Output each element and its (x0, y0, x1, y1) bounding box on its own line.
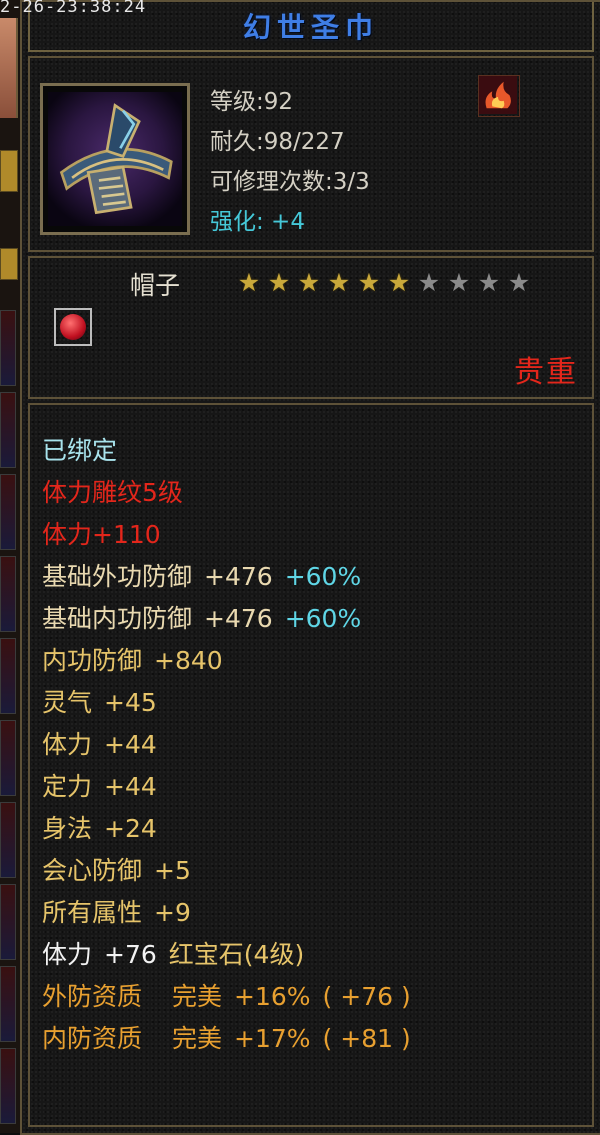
item-repair-count: 可修理次数:3/3 (210, 169, 370, 195)
lingqi-line: 灵气 +45 (42, 683, 169, 719)
engrave-bonus-line: 体力+110 (42, 520, 161, 549)
timestamp: 2-26-23:38:24 (0, 0, 147, 17)
item-name: 幻世圣巾 (242, 11, 379, 44)
quality-pct: +16% (234, 982, 311, 1011)
star-filled-icon: ★ (297, 268, 321, 297)
attr-label: 外防资质 (42, 982, 143, 1011)
shenfa-line: 身法 +24 (42, 809, 169, 845)
flame-badge-icon (478, 75, 520, 117)
side-slot (0, 556, 16, 632)
star-empty-icon: ★ (417, 268, 441, 297)
quality-grade: 完美 (172, 1024, 223, 1053)
item-type-box: 帽子 ★ ★ ★ ★ ★ ★ ★ ★ ★ ★ 贵重 (28, 256, 594, 399)
quality-bonus: ( +81 ) (322, 1024, 411, 1053)
star-empty-icon: ★ (447, 268, 471, 297)
crit-def-line: 会心防御 +5 (42, 851, 203, 887)
dingli-line: 定力 +44 (42, 767, 169, 803)
attr-value: +840 (154, 646, 223, 675)
side-slot (0, 966, 16, 1042)
attr-label: 基础内功防御 (42, 604, 193, 633)
attr-value: +24 (104, 814, 157, 843)
attr-label: 会心防御 (42, 856, 143, 885)
all-attr-line: 所有属性 +9 (42, 893, 203, 929)
star-filled-icon: ★ (387, 268, 411, 297)
side-slot (0, 802, 16, 878)
neigong-def-line: 内功防御 +840 (42, 641, 235, 677)
star-filled-icon: ★ (327, 268, 351, 297)
side-slot (0, 474, 16, 550)
attr-label: 内防资质 (42, 1024, 143, 1053)
item-info-box: 等级:92 耐久:98/227 可修理次数:3/3 强化: +4 (28, 56, 594, 252)
portrait-fragment (0, 18, 18, 118)
int-def-line: 基础内功防御 +476 +60% (42, 599, 373, 635)
item-enhance-level: 强化: +4 (210, 209, 305, 235)
quality-pct: +17% (234, 1024, 311, 1053)
ext-quality-line: 外防资质 完美 +16% ( +76 ) (42, 977, 423, 1013)
engrave-line: 体力雕纹5级 (42, 478, 183, 507)
attr-value: +476 (204, 562, 273, 591)
red-gem-icon (54, 308, 92, 346)
bound-status: 已绑定 (42, 436, 118, 465)
star-empty-icon: ★ (507, 268, 531, 297)
item-level: 等级:92 (210, 89, 294, 115)
gold-frame-fragment (0, 248, 18, 280)
attr-label: 体力 (42, 730, 93, 759)
star-filled-icon: ★ (267, 268, 291, 297)
attr-value: +476 (204, 604, 273, 633)
side-slot (0, 392, 16, 468)
quality-stars: ★ ★ ★ ★ ★ ★ ★ ★ ★ ★ (235, 270, 533, 296)
gem-name: 红宝石(4级) (168, 940, 305, 969)
headband-item-icon (40, 83, 190, 235)
attr-label: 基础外功防御 (42, 562, 193, 591)
int-quality-line: 内防资质 完美 +17% ( +81 ) (42, 1019, 423, 1055)
gem-stat-line: 体力 +76 红宝石(4级) (42, 935, 316, 971)
attr-pct: +60% (284, 604, 362, 633)
equip-slot-type: 帽子 (130, 271, 181, 300)
side-portrait-strip (0, 0, 20, 1133)
quality-grade: 完美 (172, 982, 223, 1011)
tili-line: 体力 +44 (42, 725, 169, 761)
ext-def-line: 基础外功防御 +476 +60% (42, 557, 373, 593)
attr-label: 内功防御 (42, 646, 143, 675)
rarity-label: 贵重 (514, 355, 578, 390)
star-filled-icon: ★ (357, 268, 381, 297)
gold-frame-fragment (0, 150, 18, 192)
attr-pct: +60% (284, 562, 362, 591)
item-durability: 耐久:98/227 (210, 129, 345, 155)
star-filled-icon: ★ (237, 268, 261, 297)
attr-label: 定力 (42, 772, 93, 801)
attr-value: +5 (154, 856, 191, 885)
gem-dot (60, 314, 86, 340)
attr-label: 灵气 (42, 688, 93, 717)
item-tooltip: 幻世圣巾 等级:92 耐久:98/227 可修理次数:3/3 强化: +4 帽子… (20, 0, 600, 1135)
side-slot (0, 720, 16, 796)
star-empty-icon: ★ (477, 268, 501, 297)
side-slot (0, 884, 16, 960)
attributes-box: 已绑定 体力雕纹5级 体力+110 基础外功防御 +476 +60% 基础内功防御 +… (28, 403, 594, 1127)
attr-value: +76 (104, 940, 157, 969)
attr-value: +44 (104, 730, 157, 759)
side-slot (0, 1048, 16, 1124)
attr-value: +9 (154, 898, 191, 927)
attr-value: +44 (104, 772, 157, 801)
attr-label: 身法 (42, 814, 93, 843)
quality-bonus: ( +76 ) (322, 982, 411, 1011)
side-slot (0, 638, 16, 714)
attr-label: 体力 (42, 940, 93, 969)
attr-value: +45 (104, 688, 157, 717)
attr-label: 所有属性 (42, 898, 143, 927)
side-slot (0, 310, 16, 386)
